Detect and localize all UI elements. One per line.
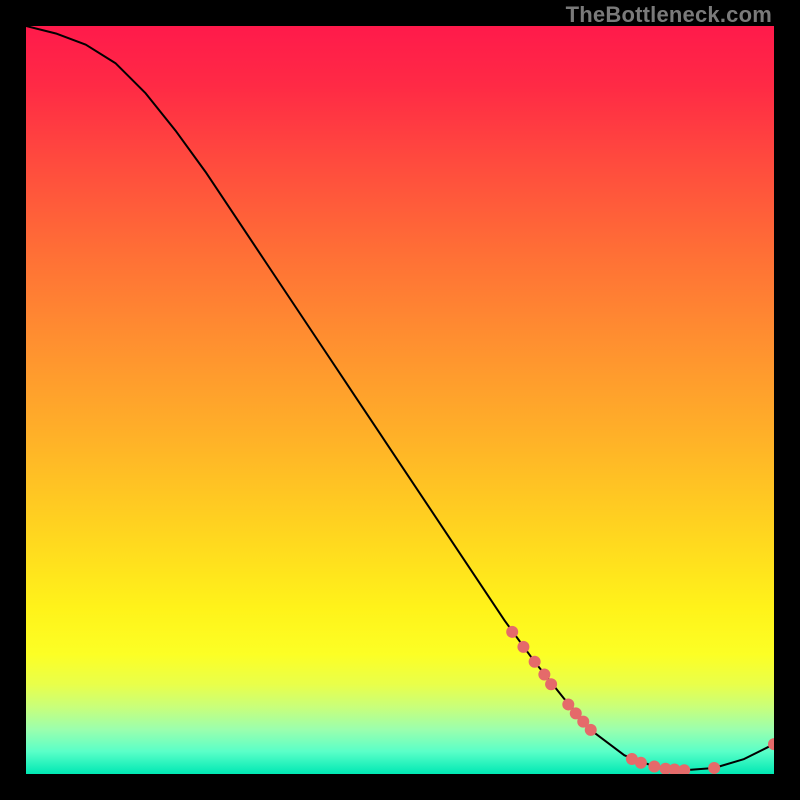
series-curve <box>26 26 774 770</box>
marker-point <box>529 656 541 668</box>
marker-point <box>635 757 647 769</box>
marker-point <box>648 761 660 773</box>
chart-stage: TheBottleneck.com <box>0 0 800 800</box>
plot-area <box>26 26 774 774</box>
marker-point <box>506 626 518 638</box>
marker-point <box>768 738 774 750</box>
watermark-text: TheBottleneck.com <box>566 2 772 28</box>
marker-point <box>708 762 720 774</box>
marker-point <box>585 724 597 736</box>
marker-point <box>678 764 690 774</box>
marker-point <box>517 641 529 653</box>
marker-point <box>538 669 550 681</box>
marker-point <box>545 678 557 690</box>
series-markers <box>506 626 774 774</box>
chart-svg <box>26 26 774 774</box>
